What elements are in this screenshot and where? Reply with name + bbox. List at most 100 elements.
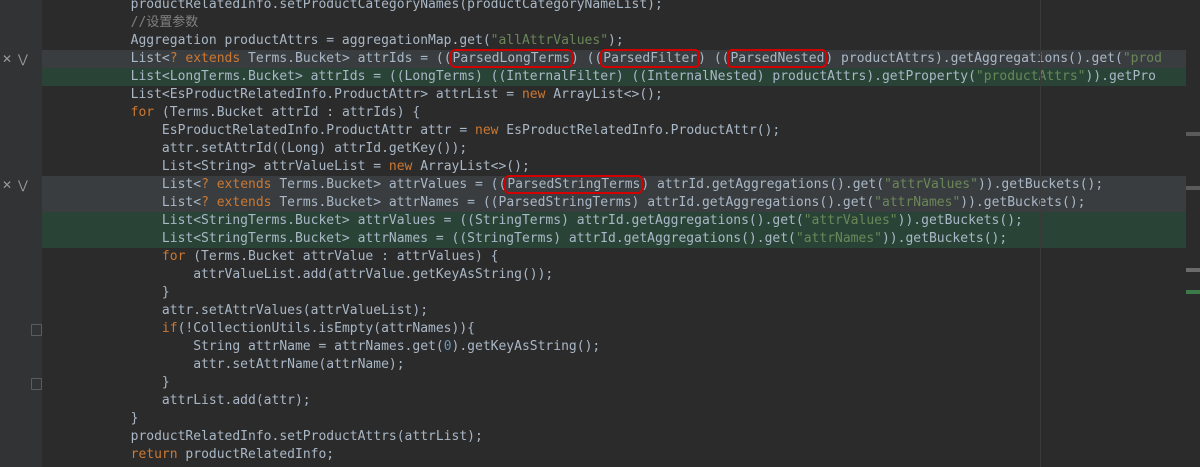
code-token: productRelatedInfo.setProductCategoryNam… xyxy=(68,0,663,12)
code-text: Aggregation productAttrs = aggregationMa… xyxy=(68,32,624,50)
code-line[interactable]: productRelatedInfo.setProductCategoryNam… xyxy=(42,0,1200,14)
code-token: attr.setAttrValues(attrValueList); xyxy=(68,303,429,318)
code-token: if xyxy=(161,321,178,336)
code-text: attr.setAttrId((Long) attrId.getKey()); xyxy=(68,140,467,158)
code-line[interactable]: List<String> attrValueList = new ArrayLi… xyxy=(42,158,1200,176)
accept-change-icon[interactable]: ⋁ xyxy=(18,50,28,68)
reject-change-icon[interactable]: ✕ xyxy=(2,176,12,194)
highlight-box: ParsedLongTerms xyxy=(449,49,573,68)
code-token: String attrName = attrNames.get( xyxy=(68,339,444,354)
code-text: if(!CollectionUtils.isEmpty(attrNames)){ xyxy=(68,320,475,338)
vertical-scrollbar[interactable] xyxy=(1186,0,1200,467)
code-text: List<EsProductRelatedInfo.ProductAttr> a… xyxy=(68,86,663,104)
code-line[interactable]: attr.setAttrValues(attrValueList); xyxy=(42,302,1200,320)
code-token: List<String> attrValueList = xyxy=(68,159,389,174)
code-line[interactable]: List<? extends Terms.Bucket> attrIds = (… xyxy=(42,49,1200,68)
code-line[interactable]: for (Terms.Bucket attrValue : attrValues… xyxy=(42,248,1200,266)
code-text: attrValueList.add(attrValue.getKeyAsStri… xyxy=(68,266,553,284)
code-text: } xyxy=(68,410,139,428)
code-token: List< xyxy=(68,51,170,66)
code-token: Aggregation productAttrs = aggregationMa… xyxy=(68,33,491,48)
code-token: Terms.Bucket> attrNames = ((ParsedString… xyxy=(271,195,875,210)
code-line[interactable]: List<? extends Terms.Bucket> attrValues … xyxy=(42,175,1200,194)
code-token: ? extends xyxy=(201,177,272,192)
code-line[interactable]: attrList.add(attr); xyxy=(42,392,1200,410)
code-editor[interactable]: productRelatedInfo.setProductCategoryNam… xyxy=(42,0,1200,467)
code-token: } xyxy=(68,411,139,426)
editor-gutter: ✕ ⋁ ✕ ⋁ xyxy=(0,0,42,467)
code-token: ).getKeyAsString(); xyxy=(451,339,601,354)
code-token: productRelatedInfo.setProductAttrs(attrL… xyxy=(68,429,483,444)
highlight-box: ParsedNested xyxy=(727,49,828,68)
code-token: ); xyxy=(608,33,624,48)
code-line[interactable]: //设置参数 xyxy=(42,14,1200,32)
code-line[interactable]: } xyxy=(42,410,1200,428)
code-line[interactable]: return productRelatedInfo; xyxy=(42,446,1200,464)
code-token: new xyxy=(521,87,546,102)
code-token: attrValueList.add(attrValue.getKeyAsStri… xyxy=(68,267,554,282)
code-token: )).getPro xyxy=(1085,69,1156,84)
code-text: List<String> attrValueList = new ArrayLi… xyxy=(68,158,530,176)
code-line[interactable]: productRelatedInfo.setProductAttrs(attrL… xyxy=(42,428,1200,446)
code-token: new xyxy=(475,123,499,138)
code-token: "attrValues" xyxy=(803,213,898,228)
code-token: "allAttrValues" xyxy=(490,33,609,48)
code-token: 0 xyxy=(443,339,452,354)
accept-change-icon[interactable]: ⋁ xyxy=(18,176,28,194)
fold-end-icon[interactable] xyxy=(31,378,42,390)
code-token: "attrValues" xyxy=(884,177,978,192)
fold-start-icon[interactable] xyxy=(31,324,42,336)
code-line[interactable]: List<EsProductRelatedInfo.ProductAttr> a… xyxy=(42,86,1200,104)
code-token: for xyxy=(130,105,155,120)
code-token: "prod xyxy=(1122,51,1162,66)
code-text: List<StringTerms.Bucket> attrNames = ((S… xyxy=(68,230,1007,248)
code-token: ) attrId.getAggregations().get( xyxy=(641,177,885,192)
code-token: EsProductRelatedInfo.ProductAttr attr = xyxy=(68,123,475,138)
code-token: productRelatedInfo; xyxy=(177,447,335,462)
code-token: return xyxy=(130,447,178,462)
code-text: String attrName = attrNames.get(0).getKe… xyxy=(68,338,600,356)
code-token: "productAttrs" xyxy=(975,69,1086,84)
code-line[interactable]: EsProductRelatedInfo.ProductAttr attr = … xyxy=(42,122,1200,140)
code-token: List< xyxy=(68,195,202,210)
code-line[interactable]: Aggregation productAttrs = aggregationMa… xyxy=(42,32,1200,50)
code-line[interactable]: attr.setAttrName(attrName); xyxy=(42,356,1200,374)
reject-change-icon[interactable]: ✕ xyxy=(2,50,12,68)
code-line[interactable]: String attrName = attrNames.get(0).getKe… xyxy=(42,338,1200,356)
code-token: List< xyxy=(68,177,202,192)
diff-actions: ✕ ⋁ xyxy=(2,176,40,194)
code-text: //设置参数 xyxy=(68,14,199,32)
code-text: for (Terms.Bucket attrId : attrIds) { xyxy=(68,104,421,122)
scrollbar-marker xyxy=(1186,186,1200,190)
code-text: productRelatedInfo.setProductCategoryNam… xyxy=(68,0,663,14)
code-token: "attrNames" xyxy=(874,195,961,210)
code-line[interactable]: if(!CollectionUtils.isEmpty(attrNames)){ xyxy=(42,320,1200,338)
code-line[interactable]: attrValueList.add(attrValue.getKeyAsStri… xyxy=(42,266,1200,284)
code-line[interactable]: attr.setAttrId((Long) attrId.getKey()); xyxy=(42,140,1200,158)
code-line[interactable]: } xyxy=(42,374,1200,392)
code-text: List<LongTerms.Bucket> attrIds = ((LongT… xyxy=(68,68,1156,86)
diff-actions: ✕ ⋁ xyxy=(2,50,40,68)
code-text: } xyxy=(68,284,170,302)
code-line[interactable]: List<? extends Terms.Bucket> attrNames =… xyxy=(42,194,1200,212)
code-line[interactable]: for (Terms.Bucket attrId : attrIds) { xyxy=(42,104,1200,122)
code-text: } xyxy=(68,374,170,392)
code-token: //设置参数 xyxy=(68,15,199,30)
code-token: ) productAttrs).getAggregations().get( xyxy=(825,51,1123,66)
code-line[interactable]: List<LongTerms.Bucket> attrIds = ((LongT… xyxy=(42,68,1200,86)
code-token: for xyxy=(161,249,186,264)
code-token: attr.setAttrId((Long) attrId.getKey()); xyxy=(68,141,468,156)
code-text: List<? extends Terms.Bucket> attrValues … xyxy=(68,175,1103,194)
code-token: ) (( xyxy=(570,51,603,66)
code-token: List<LongTerms.Bucket> attrIds = ((LongT… xyxy=(68,69,976,84)
code-line[interactable]: List<StringTerms.Bucket> attrNames = ((S… xyxy=(42,230,1200,248)
code-text: productRelatedInfo.setProductAttrs(attrL… xyxy=(68,428,483,446)
code-token: EsProductRelatedInfo.ProductAttr(); xyxy=(498,123,781,138)
code-line[interactable]: List<StringTerms.Bucket> attrValues = ((… xyxy=(42,212,1200,230)
code-text: List<? extends Terms.Bucket> attrIds = (… xyxy=(68,49,1162,68)
code-token: (!CollectionUtils.isEmpty(attrNames)){ xyxy=(177,321,475,336)
code-line[interactable]: } xyxy=(42,284,1200,302)
code-token: List<EsProductRelatedInfo.ProductAttr> a… xyxy=(68,87,522,102)
